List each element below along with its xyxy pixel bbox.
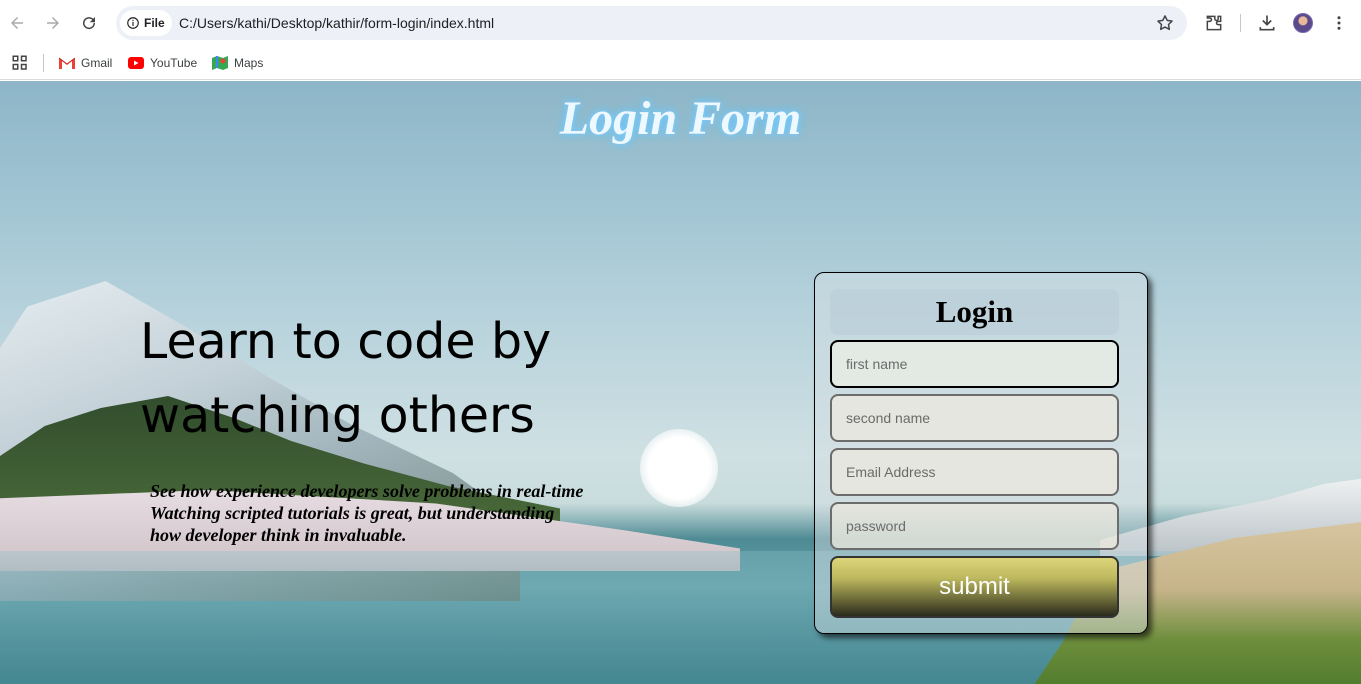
bookmarks-divider (43, 54, 44, 72)
bookmark-label: Maps (234, 56, 264, 70)
page-viewport: Login Form Learn to code by watching oth… (0, 81, 1361, 684)
reload-icon[interactable] (77, 11, 101, 35)
submit-button[interactable]: submit (830, 556, 1119, 618)
login-heading: Login (830, 289, 1119, 335)
description-line: how developer think in invaluable. (150, 525, 407, 545)
toolbar-divider (1240, 14, 1241, 32)
description-line: Watching scripted tutorials is great, bu… (150, 503, 555, 523)
bookmarks-bar: Gmail YouTube Maps (0, 46, 1361, 80)
description-line: See how experience developers solve prob… (150, 481, 584, 501)
bookmark-gmail[interactable]: Gmail (59, 53, 112, 73)
gmail-icon (59, 57, 75, 69)
scheme-label: File (144, 16, 165, 30)
site-info-chip[interactable]: File (120, 10, 172, 36)
email-input[interactable] (830, 448, 1119, 496)
hero-heading: Learn to code by watching others (140, 305, 700, 453)
hero-description: See how experience developers solve prob… (150, 480, 670, 546)
first-name-input[interactable] (830, 340, 1119, 388)
hero-line-1: Learn to code by (140, 313, 552, 370)
youtube-icon (128, 57, 144, 69)
menu-kebab-icon[interactable] (1327, 11, 1351, 35)
bookmark-star-icon[interactable] (1155, 13, 1175, 33)
info-icon (127, 17, 139, 29)
bookmark-label: Gmail (81, 56, 113, 70)
download-icon[interactable] (1255, 11, 1279, 35)
second-name-input[interactable] (830, 394, 1119, 442)
page-title: Login Form (559, 92, 802, 145)
forward-icon[interactable] (41, 11, 65, 35)
bookmark-youtube[interactable]: YouTube (128, 53, 197, 73)
browser-toolbar: File C:/Users/kathi/Desktop/kathir/form-… (0, 0, 1361, 46)
back-icon[interactable] (5, 11, 29, 35)
address-bar[interactable]: File C:/Users/kathi/Desktop/kathir/form-… (116, 6, 1187, 40)
bookmark-maps[interactable]: Maps (212, 53, 263, 73)
bookmark-label: YouTube (150, 56, 198, 70)
login-card: Login submit (814, 272, 1148, 634)
profile-avatar[interactable] (1293, 13, 1313, 33)
apps-grid-icon[interactable] (11, 53, 29, 73)
maps-icon (212, 56, 228, 70)
hero-line-2: watching others (140, 387, 535, 444)
password-input[interactable] (830, 502, 1119, 550)
url-text[interactable]: C:/Users/kathi/Desktop/kathir/form-login… (179, 15, 494, 31)
extensions-icon[interactable] (1202, 11, 1226, 35)
